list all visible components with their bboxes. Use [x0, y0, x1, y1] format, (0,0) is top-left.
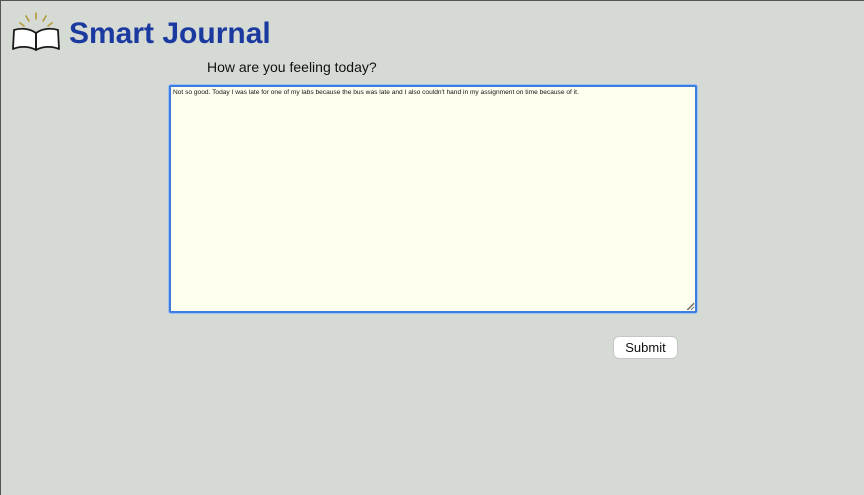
- open-book-icon: [12, 12, 60, 51]
- app-header: Smart Journal: [11, 11, 271, 55]
- resize-handle-icon[interactable]: [687, 303, 695, 311]
- journal-entry-textarea[interactable]: Not so good. Today I was late for one of…: [169, 85, 697, 313]
- app-title: Smart Journal: [69, 17, 271, 50]
- journal-prompt: How are you feeling today?: [207, 59, 377, 75]
- page: Smart Journal How are you feeling today?…: [0, 0, 864, 495]
- submit-button[interactable]: Submit: [613, 336, 678, 359]
